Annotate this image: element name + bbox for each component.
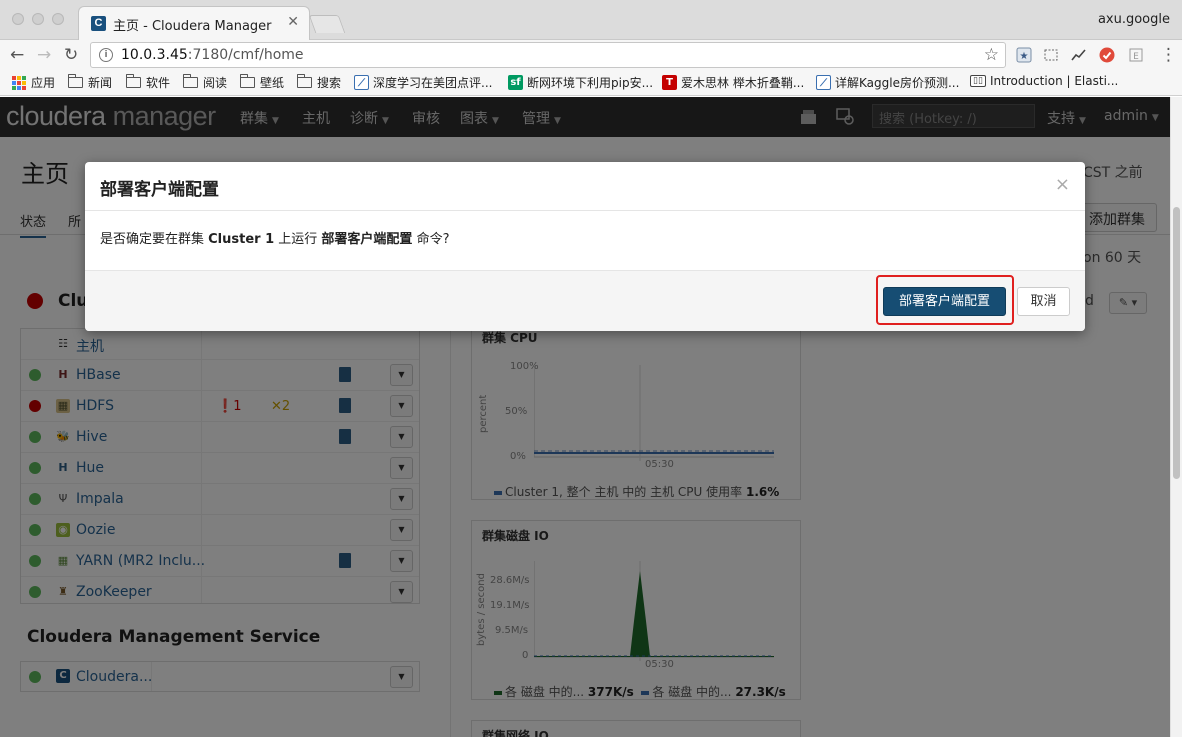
tab-title: 主页 - Cloudera Manager bbox=[113, 19, 272, 34]
maximize-window-icon[interactable] bbox=[52, 13, 64, 25]
bookmark-folder-wallpaper[interactable]: 壁纸 bbox=[240, 74, 284, 91]
folder-icon bbox=[240, 74, 255, 88]
extension-chart-icon[interactable] bbox=[1071, 47, 1087, 63]
bookmark-label: 断网环境下利用pip安... bbox=[527, 76, 654, 90]
bookmark-label: 详解Kaggle房价预测... bbox=[835, 76, 960, 90]
tab-close-icon[interactable]: ✕ bbox=[287, 14, 299, 30]
browser-tab-bar: C 主页 - Cloudera Manager ✕ axu.google bbox=[0, 0, 1182, 40]
scroll-thumb[interactable] bbox=[1173, 207, 1180, 479]
bookmark-label: 爱木思林 榉木折叠鞘... bbox=[681, 76, 805, 90]
extension-star-icon[interactable]: ★ bbox=[1016, 47, 1032, 63]
bookmark-kaggle[interactable]: ⟋ 详解Kaggle房价预测... bbox=[816, 74, 959, 91]
url-text[interactable]: 10.0.3.45:7180/cmf/home bbox=[121, 47, 304, 63]
dialog-title: 部署客户端配置 bbox=[100, 180, 219, 200]
bookmark-folder-search[interactable]: 搜索 bbox=[297, 74, 341, 91]
close-window-icon[interactable] bbox=[12, 13, 24, 25]
folder-icon bbox=[68, 74, 83, 88]
bookmark-elastic[interactable]: ▯▯ Introduction | Elasti... bbox=[970, 74, 1118, 88]
dialog-header: 部署客户端配置 × bbox=[85, 162, 1085, 211]
bookmark-pip[interactable]: sf 断网环境下利用pip安... bbox=[508, 74, 653, 91]
bookmark-folder-news[interactable]: 新闻 bbox=[68, 74, 112, 91]
address-bar[interactable]: i 10.0.3.45:7180/cmf/home ☆ bbox=[90, 42, 1006, 68]
deploy-client-config-button[interactable]: 部署客户端配置 bbox=[883, 287, 1006, 316]
deploy-client-config-dialog: 部署客户端配置 × 是否确定要在群集 Cluster 1 上运行 部署客户端配置… bbox=[85, 162, 1085, 331]
bookmarks-bar: 应用 新闻 软件 阅读 壁纸 搜索 ⟋ 深度学习在美团点评... sf 断网环境下利… bbox=[0, 70, 1182, 96]
tmall-icon: T bbox=[662, 75, 677, 90]
chart-site-icon: ⟋ bbox=[354, 75, 369, 90]
bookmark-folder-software[interactable]: 软件 bbox=[126, 74, 170, 91]
svg-text:★: ★ bbox=[1020, 51, 1029, 62]
back-icon[interactable]: ← bbox=[10, 45, 24, 65]
browser-tab[interactable]: C 主页 - Cloudera Manager ✕ bbox=[78, 6, 310, 40]
bookmark-meituan[interactable]: ⟋ 深度学习在美团点评... bbox=[354, 74, 492, 91]
bookmark-tmall[interactable]: T 爱木思林 榉木折叠鞘... bbox=[662, 74, 804, 91]
bookmark-label: 阅读 bbox=[203, 76, 228, 90]
bookmark-star-icon[interactable]: ☆ bbox=[984, 45, 999, 65]
dialog-footer: 部署客户端配置 取消 bbox=[85, 270, 1085, 331]
folder-icon bbox=[126, 74, 141, 88]
bookmark-label: 壁纸 bbox=[260, 76, 285, 90]
minimize-window-icon[interactable] bbox=[32, 13, 44, 25]
extension-e-icon[interactable]: E bbox=[1128, 47, 1144, 63]
extension-screenshot-icon[interactable] bbox=[1043, 47, 1059, 63]
folder-icon bbox=[297, 74, 312, 88]
svg-text:E: E bbox=[1133, 52, 1139, 62]
folder-icon bbox=[183, 74, 198, 88]
extension-check-icon[interactable] bbox=[1099, 47, 1115, 63]
bookmark-label: 应用 bbox=[31, 76, 56, 90]
page-scrollbar[interactable] bbox=[1170, 97, 1182, 737]
apps-icon bbox=[12, 75, 26, 90]
site-info-icon[interactable]: i bbox=[99, 48, 113, 62]
cloudera-favicon-icon: C bbox=[91, 16, 106, 31]
cancel-button[interactable]: 取消 bbox=[1017, 287, 1070, 316]
bookmark-label: 新闻 bbox=[88, 76, 113, 90]
reload-icon[interactable]: ↻ bbox=[64, 45, 78, 65]
bookmark-folder-reading[interactable]: 阅读 bbox=[183, 74, 227, 91]
forward-icon[interactable]: → bbox=[37, 45, 51, 65]
browser-user[interactable]: axu.google bbox=[1098, 12, 1170, 27]
book-icon: ▯▯ bbox=[970, 75, 986, 87]
bookmark-apps[interactable]: 应用 bbox=[12, 74, 55, 91]
bookmark-label: Introduction | Elasti... bbox=[990, 74, 1119, 88]
chart-site-icon: ⟋ bbox=[816, 75, 831, 90]
bookmark-label: 软件 bbox=[146, 76, 171, 90]
browser-toolbar: ← → ↻ i 10.0.3.45:7180/cmf/home ☆ ★ E ⋮ bbox=[0, 40, 1182, 70]
new-tab-button[interactable] bbox=[308, 15, 346, 33]
dialog-message: 是否确定要在群集 Cluster 1 上运行 部署客户端配置 命令? bbox=[100, 232, 450, 247]
bookmark-label: 深度学习在美团点评... bbox=[373, 76, 493, 90]
bookmark-label: 搜索 bbox=[317, 76, 342, 90]
sf-icon: sf bbox=[508, 75, 523, 90]
close-icon[interactable]: × bbox=[1055, 174, 1070, 195]
browser-menu-icon[interactable]: ⋮ bbox=[1160, 45, 1177, 65]
